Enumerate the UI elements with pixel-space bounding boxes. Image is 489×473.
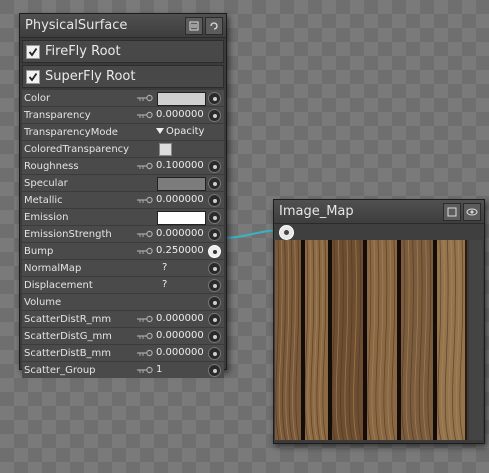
property-row[interactable]: Bump 0.250000 [22, 243, 224, 259]
property-label: Bump [24, 245, 54, 257]
property-row[interactable]: ScatterDistG_mm 0.000000 [22, 328, 224, 344]
key-icon[interactable] [136, 107, 154, 123]
property-label: Roughness [24, 160, 79, 172]
color-swatch[interactable] [157, 211, 206, 225]
property-value[interactable]: 0.000000 [156, 328, 204, 344]
property-label: TransparencyMode [24, 126, 118, 138]
node-title-bar[interactable]: PhysicalSurface [20, 14, 226, 38]
property-row[interactable]: Roughness 0.100000 [22, 158, 224, 174]
property-label: Color [24, 92, 51, 104]
property-row[interactable]: Emission [22, 209, 224, 225]
property-row[interactable]: Volume [22, 294, 224, 310]
port-icon[interactable] [208, 364, 221, 377]
port-icon[interactable] [208, 194, 221, 207]
refresh-icon[interactable] [205, 17, 223, 35]
node-title: PhysicalSurface [25, 18, 128, 33]
property-value[interactable]: 0.000000 [156, 192, 204, 208]
property-label: EmissionStrength [24, 228, 112, 240]
property-value[interactable]: 0.100000 [156, 158, 204, 174]
property-value[interactable]: 0.000000 [156, 226, 204, 242]
port-icon[interactable] [208, 262, 221, 275]
color-swatch[interactable] [157, 177, 206, 191]
property-row[interactable]: EmissionStrength 0.000000 [22, 226, 224, 242]
property-row[interactable]: Transparency 0.000000 [22, 107, 224, 123]
key-icon[interactable] [136, 243, 154, 259]
property-value[interactable]: 1 [156, 362, 162, 378]
image-map-node[interactable]: Image_Map [273, 199, 485, 444]
node-title: Image_Map [279, 204, 354, 219]
property-row[interactable]: ScatterDistR_mm 0.000000 [22, 311, 224, 327]
port-icon[interactable] [208, 279, 221, 292]
side-strip [469, 240, 483, 440]
property-row[interactable]: ColoredTransparency [22, 141, 224, 157]
port-icon[interactable] [208, 313, 221, 326]
property-label: NormalMap [24, 262, 82, 274]
property-label: ScatterDistG_mm [24, 330, 112, 342]
collapse-icon[interactable] [443, 203, 461, 221]
root-toggle-row[interactable]: FireFly Root [22, 40, 224, 63]
property-label: ColoredTransparency [24, 143, 130, 155]
property-row[interactable]: Metallic 0.000000 [22, 192, 224, 208]
color-swatch[interactable] [157, 92, 206, 106]
root-checkbox[interactable] [26, 69, 40, 84]
mode-dropdown[interactable]: Opacity [156, 124, 204, 140]
property-value[interactable]: ? [162, 260, 167, 276]
port-icon[interactable] [208, 296, 221, 309]
property-row[interactable]: ScatterDistB_mm 0.000000 [22, 345, 224, 361]
property-value[interactable]: ? [162, 277, 167, 293]
key-icon[interactable] [136, 328, 154, 344]
port-icon[interactable] [208, 245, 221, 258]
key-icon[interactable] [136, 90, 154, 106]
property-label: ScatterDistR_mm [24, 313, 112, 325]
property-label: ScatterDistB_mm [24, 347, 112, 359]
property-label: Displacement [24, 279, 93, 291]
property-label: Metallic [24, 194, 63, 206]
input-port-icon[interactable] [279, 225, 294, 240]
property-row[interactable]: NormalMap? [22, 260, 224, 276]
port-icon[interactable] [208, 347, 221, 360]
property-label: Scatter_Group [24, 364, 96, 376]
key-icon[interactable] [136, 345, 154, 361]
physical-surface-node[interactable]: PhysicalSurface FireFly Root SuperFly Roo… [19, 13, 227, 378]
property-row[interactable]: TransparencyMode Opacity [22, 124, 224, 140]
property-row[interactable]: Color [22, 90, 224, 106]
key-icon[interactable] [136, 192, 154, 208]
preview-icon[interactable] [463, 203, 481, 221]
key-icon[interactable] [136, 226, 154, 242]
root-label: FireFly Root [45, 44, 121, 59]
port-icon[interactable] [208, 177, 221, 190]
dropdown-value: Opacity [166, 126, 205, 137]
property-row[interactable]: Specular [22, 175, 224, 191]
port-icon[interactable] [208, 211, 221, 224]
key-icon[interactable] [136, 311, 154, 327]
texture-preview-image [275, 240, 467, 440]
property-value[interactable]: 0.000000 [156, 311, 204, 327]
property-value[interactable]: 0.000000 [156, 107, 204, 123]
port-icon[interactable] [208, 330, 221, 343]
property-label: Transparency [24, 109, 91, 121]
node-title-bar[interactable]: Image_Map [274, 200, 484, 224]
property-row[interactable]: Scatter_Group 1 [22, 362, 224, 378]
input-row [274, 224, 484, 240]
property-value[interactable]: 0.250000 [156, 243, 204, 259]
dropdown-arrow-icon [156, 128, 164, 134]
port-icon[interactable] [208, 160, 221, 173]
port-icon[interactable] [208, 109, 221, 122]
property-checkbox[interactable] [159, 143, 172, 156]
port-icon[interactable] [208, 228, 221, 241]
root-checkbox[interactable] [26, 44, 40, 59]
root-label: SuperFly Root [45, 69, 136, 84]
port-icon[interactable] [208, 92, 221, 105]
key-icon[interactable] [136, 158, 154, 174]
property-row[interactable]: Displacement? [22, 277, 224, 293]
root-toggle-row[interactable]: SuperFly Root [22, 65, 224, 88]
property-label: Specular [24, 177, 68, 189]
collapse-icon[interactable] [185, 17, 203, 35]
key-icon[interactable] [136, 362, 154, 378]
property-label: Emission [24, 211, 69, 223]
property-value[interactable]: 0.000000 [156, 345, 204, 361]
property-label: Volume [24, 296, 62, 308]
